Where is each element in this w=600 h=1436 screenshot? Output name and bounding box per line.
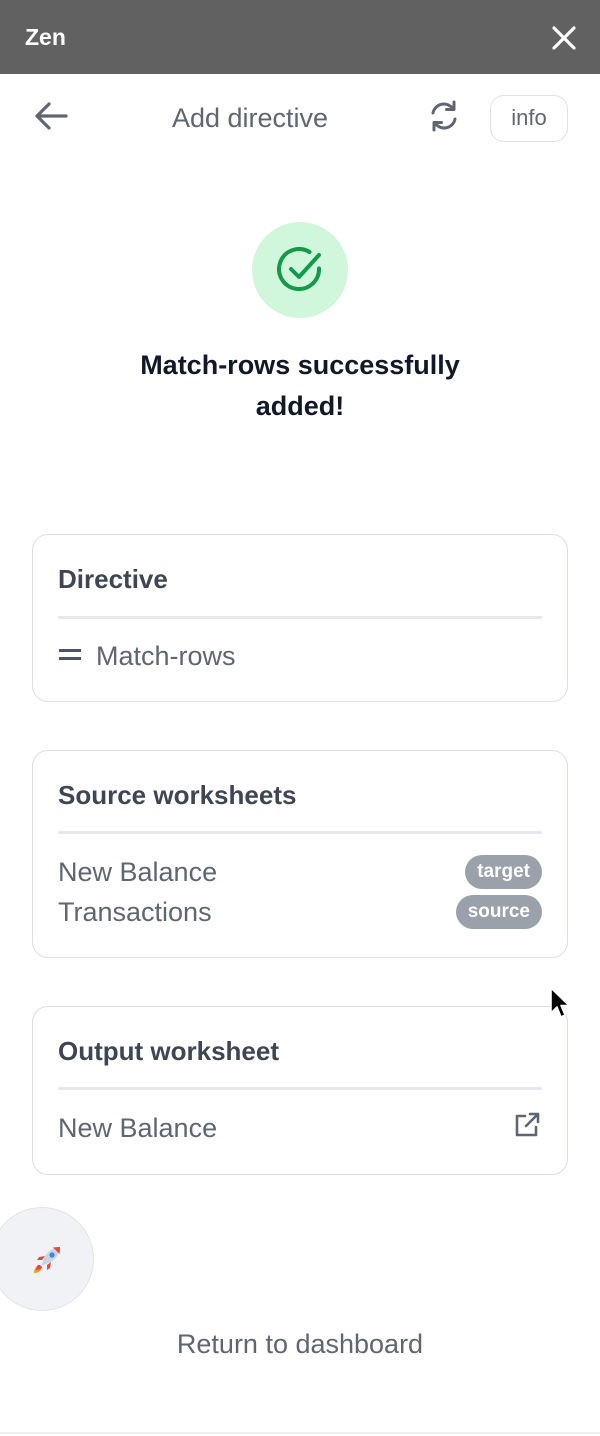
worksheet-role-badge: target	[465, 855, 542, 889]
close-button[interactable]	[546, 20, 582, 56]
arrow-left-icon	[35, 102, 68, 130]
refresh-button[interactable]	[424, 96, 464, 136]
open-worksheet-button[interactable]	[511, 1109, 543, 1141]
page-title: Add directive	[171, 103, 329, 133]
divider	[58, 1087, 542, 1090]
directive-value: Match-rows	[96, 641, 236, 671]
worksheet-name: New Balance	[58, 857, 218, 887]
refresh-icon	[431, 100, 457, 132]
check-circle-icon	[277, 247, 322, 292]
external-link-icon	[515, 1112, 540, 1137]
success-badge	[252, 222, 348, 318]
output-card-title: Output worksheet	[58, 1036, 280, 1066]
output-worksheet-name: New Balance	[58, 1113, 218, 1143]
worksheet-role-badge: source	[455, 895, 542, 929]
mouse-cursor-icon	[550, 987, 570, 1018]
directive-card-title: Directive	[58, 564, 168, 594]
info-button[interactable]: info	[490, 95, 568, 142]
divider	[58, 616, 542, 619]
close-icon	[552, 26, 576, 50]
worksheet-name: Transactions	[58, 897, 212, 927]
equals-icon	[59, 648, 81, 662]
app-title: Zen	[25, 24, 66, 50]
source-worksheets-card: Source worksheets New Balance target Tra…	[32, 750, 568, 958]
source-card-title: Source worksheets	[58, 780, 297, 810]
directive-card: Directive Match-rows	[32, 534, 568, 702]
divider	[58, 831, 542, 834]
title-bar: Zen	[0, 0, 600, 74]
output-worksheet-card: Output worksheet New Balance	[32, 1006, 568, 1175]
success-message: Match-rows successfully added!	[140, 350, 460, 421]
launcher-button[interactable]	[0, 1207, 94, 1311]
bottom-divider	[0, 1432, 600, 1434]
return-to-dashboard-link[interactable]: Return to dashboard	[100, 1326, 500, 1362]
back-button[interactable]	[30, 96, 74, 136]
rocket-icon	[34, 1247, 60, 1273]
